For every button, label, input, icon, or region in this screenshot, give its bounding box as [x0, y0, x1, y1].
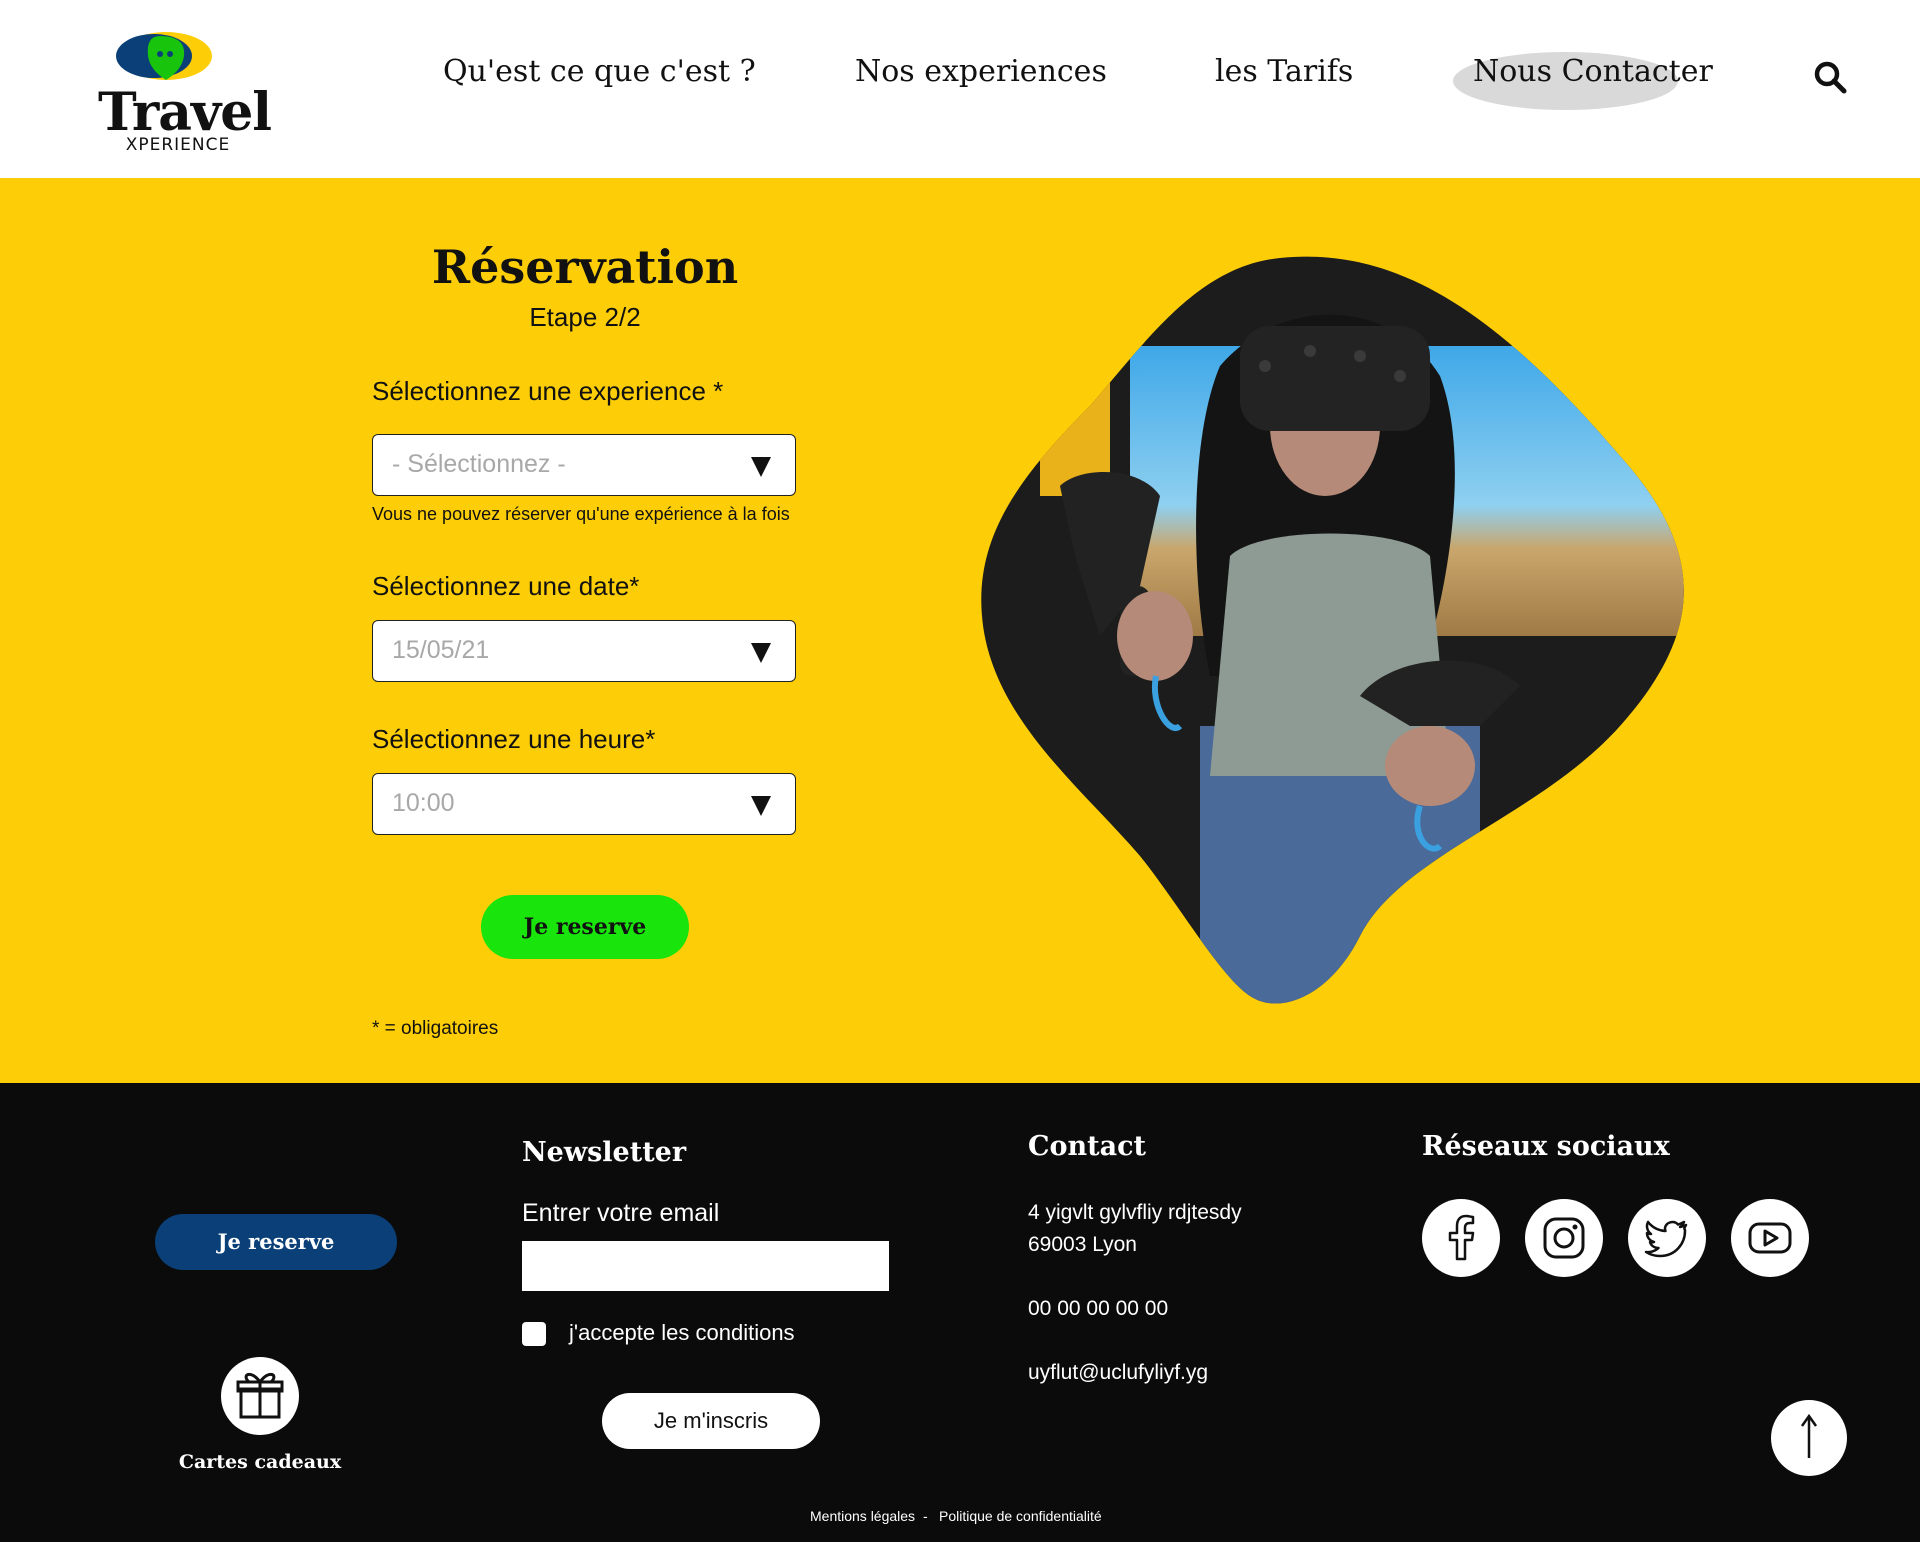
site-footer: Je reserve Cartes cadeaux Newsletter Ent… [0, 1083, 1920, 1542]
gift-card-button[interactable] [221, 1357, 299, 1435]
logo-wordmark: Travel [98, 82, 272, 143]
dropdown-triangle-icon [751, 643, 771, 663]
email-label: Entrer votre email [522, 1199, 720, 1227]
contact-address-line1: 4 yigvlt gylvfliy rdjtesdy [1028, 1201, 1242, 1224]
page-title: Réservation [431, 240, 739, 294]
contact-address-line2: 69003 Lyon [1028, 1233, 1137, 1256]
dropdown-triangle-icon [751, 796, 771, 816]
step-indicator: Etape 2/2 [529, 302, 641, 332]
reserve-button[interactable]: Je reserve [481, 895, 689, 959]
site-header: Travel XPERIENCE Qu'est ce que c'est ? N… [0, 0, 1920, 178]
facebook-button[interactable] [1422, 1199, 1500, 1277]
twitter-icon [1644, 1220, 1688, 1258]
twitter-button[interactable] [1628, 1199, 1706, 1277]
newsletter-email-input[interactable] [522, 1241, 889, 1291]
dropdown-triangle-icon [751, 457, 771, 477]
gift-icon [236, 1372, 284, 1419]
newsletter-subscribe-button[interactable]: Je m'inscris [602, 1393, 820, 1449]
reservation-section: Réservation Etape 2/2 Sélectionnez une e… [0, 178, 1920, 1083]
logo-mark [116, 32, 212, 80]
contact-title: Contact [1028, 1131, 1147, 1162]
logo-subtitle: XPERIENCE [125, 135, 231, 155]
experience-select[interactable]: - Sélectionnez - [372, 434, 796, 496]
time-select-value: 10:00 [392, 789, 455, 817]
travel-xperience-logo[interactable]: Travel XPERIENCE [98, 30, 272, 160]
contact-email[interactable]: uyflut@uclufyliyf.yg [1028, 1361, 1208, 1385]
privacy-policy-link[interactable]: Politique de confidentialité [939, 1508, 1102, 1524]
legal-separator: - [923, 1508, 928, 1524]
arrow-up-icon [1800, 1413, 1818, 1458]
time-label: Sélectionnez une heure* [372, 724, 656, 754]
nav-item-pricing[interactable]: les Tarifs [1215, 54, 1353, 89]
social-title: Réseaux sociaux [1422, 1131, 1670, 1162]
vr-user-photo [981, 256, 1684, 1004]
newsletter-title: Newsletter [522, 1137, 687, 1168]
required-note: * = obligatoires [372, 1018, 499, 1039]
contact-phone[interactable]: 00 00 00 00 00 [1028, 1297, 1168, 1321]
nav-item-contact[interactable]: Nous Contacter [1473, 54, 1713, 89]
gift-card-label[interactable]: Cartes cadeaux [160, 1451, 360, 1473]
accept-conditions-label[interactable]: j'accepte les conditions [569, 1320, 795, 1346]
footer-reserve-button[interactable]: Je reserve [155, 1214, 397, 1270]
search-icon[interactable] [1813, 60, 1847, 94]
experience-select-value: - Sélectionnez - [392, 450, 566, 478]
instagram-icon [1543, 1217, 1585, 1259]
back-to-top-button[interactable] [1771, 1400, 1847, 1476]
date-select-value: 15/05/21 [392, 636, 490, 664]
facebook-icon [1448, 1214, 1475, 1261]
instagram-button[interactable] [1525, 1199, 1603, 1277]
accept-conditions-checkbox[interactable] [522, 1322, 546, 1346]
legal-notice-link[interactable]: Mentions légales [810, 1508, 915, 1524]
experience-label: Sélectionnez une experience * [372, 376, 724, 406]
experience-hint: Vous ne pouvez réserver qu'une expérienc… [372, 504, 790, 524]
date-select[interactable]: 15/05/21 [372, 620, 796, 682]
nav-item-experiences[interactable]: Nos experiences [855, 54, 1107, 89]
youtube-icon [1748, 1222, 1792, 1254]
date-label: Sélectionnez une date* [372, 571, 640, 601]
time-select[interactable]: 10:00 [372, 773, 796, 835]
nav-item-what-is-it[interactable]: Qu'est ce que c'est ? [443, 54, 756, 89]
youtube-button[interactable] [1731, 1199, 1809, 1277]
